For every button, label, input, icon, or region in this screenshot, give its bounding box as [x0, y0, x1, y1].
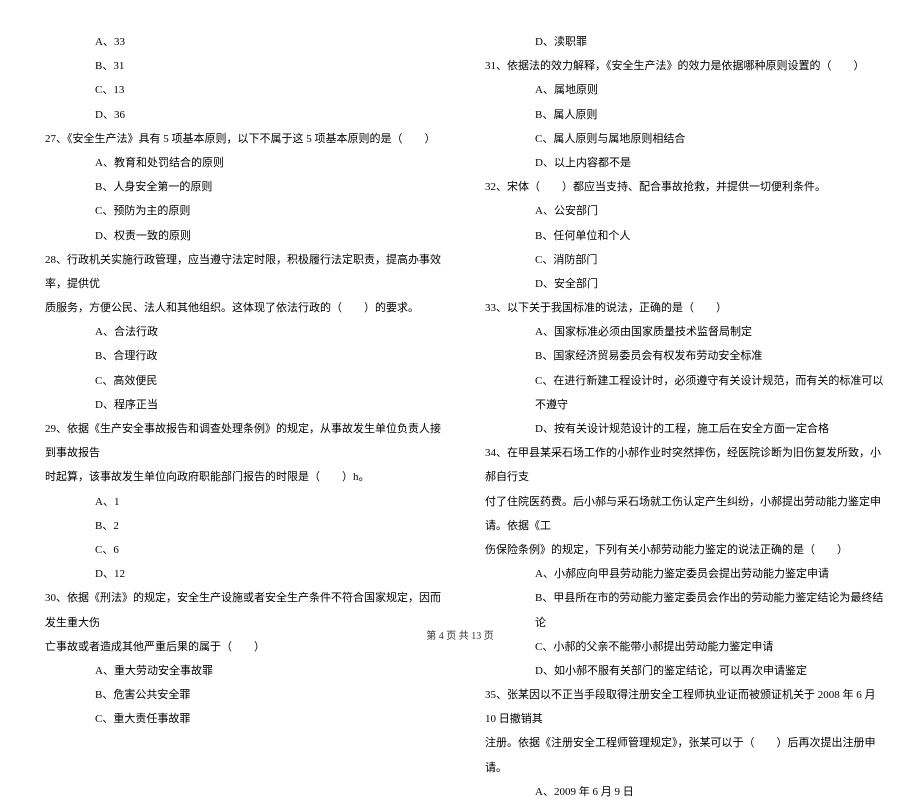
q29-option-d: D、12	[95, 562, 445, 586]
q35-line1: 35、张某因以不正当手段取得注册安全工程师执业证而被颁证机关于 2008 年 6…	[485, 683, 885, 731]
q32-option-d: D、安全部门	[535, 272, 885, 296]
right-column: D、渎职罪 31、依据法的效力解释，《安全生产法》的效力是依据哪种原则设置的（ …	[460, 30, 900, 610]
page-footer: 第 4 页 共 13 页	[0, 627, 920, 642]
q30-option-d: D、渎职罪	[535, 30, 885, 54]
q31-option-a: A、属地原则	[535, 78, 885, 102]
q31-option-b: B、属人原则	[535, 103, 885, 127]
q28-line2: 质服务，方便公民、法人和其他组织。这体现了依法行政的（ ）的要求。	[45, 296, 445, 320]
q26-option-d: D、36	[95, 103, 445, 127]
q33-text: 33、以下关于我国标准的说法，正确的是（ ）	[485, 296, 885, 320]
q32-option-c: C、消防部门	[535, 248, 885, 272]
q27-option-a: A、教育和处罚结合的原则	[95, 151, 445, 175]
q31-option-c: C、属人原则与属地原则相结合	[535, 127, 885, 151]
q29-line2: 时起算，该事故发生单位向政府职能部门报告的时限是（ ）h。	[45, 465, 445, 489]
q27-option-d: D、权责一致的原则	[95, 224, 445, 248]
q27-text: 27、《安全生产法》具有 5 项基本原则，以下不属于这 5 项基本原则的是（ ）	[45, 127, 445, 151]
q26-option-a: A、33	[95, 30, 445, 54]
q34-line3: 伤保险条例》的规定，下列有关小郝劳动能力鉴定的说法正确的是（ ）	[485, 538, 885, 562]
q32-option-a: A、公安部门	[535, 199, 885, 223]
q30-option-c: C、重大责任事故罪	[95, 707, 445, 731]
q35-line2: 注册。依据《注册安全工程师管理规定》，张某可以于（ ）后再次提出注册申请。	[485, 731, 885, 779]
page-container: A、33 B、31 C、13 D、36 27、《安全生产法》具有 5 项基本原则…	[0, 0, 920, 620]
q32-text: 32、宋体（ ）都应当支持、配合事故抢救，并提供一切便利条件。	[485, 175, 885, 199]
q33-option-d: D、按有关设计规范设计的工程，施工后在安全方面一定合格	[535, 417, 885, 441]
q27-option-b: B、人身安全第一的原则	[95, 175, 445, 199]
q35-option-a: A、2009 年 6 月 9 日	[535, 780, 885, 804]
q30-option-a: A、重大劳动安全事故罪	[95, 659, 445, 683]
q29-option-b: B、2	[95, 514, 445, 538]
q33-option-c: C、在进行新建工程设计时，必须遵守有关设计规范，而有关的标准可以不遵守	[535, 369, 885, 417]
q26-option-c: C、13	[95, 78, 445, 102]
q26-option-b: B、31	[95, 54, 445, 78]
q28-option-a: A、合法行政	[95, 320, 445, 344]
q28-option-d: D、程序正当	[95, 393, 445, 417]
q31-option-d: D、以上内容都不是	[535, 151, 885, 175]
q28-option-b: B、合理行政	[95, 344, 445, 368]
left-column: A、33 B、31 C、13 D、36 27、《安全生产法》具有 5 项基本原则…	[20, 30, 460, 610]
q29-option-c: C、6	[95, 538, 445, 562]
q30-option-b: B、危害公共安全罪	[95, 683, 445, 707]
q29-option-a: A、1	[95, 490, 445, 514]
q29-line1: 29、依据《生产安全事故报告和调查处理条例》的规定，从事故发生单位负责人接到事故…	[45, 417, 445, 465]
q33-option-b: B、国家经济贸易委员会有权发布劳动安全标准	[535, 344, 885, 368]
q33-option-a: A、国家标准必须由国家质量技术监督局制定	[535, 320, 885, 344]
q34-line1: 34、在甲县某采石场工作的小郝作业时突然摔伤，经医院诊断为旧伤复发所致，小郝自行…	[485, 441, 885, 489]
q27-option-c: C、预防为主的原则	[95, 199, 445, 223]
q34-option-d: D、如小郝不服有关部门的鉴定结论，可以再次申请鉴定	[535, 659, 885, 683]
q34-line2: 付了住院医药费。后小郝与采石场就工伤认定产生纠纷，小郝提出劳动能力鉴定申请。依据…	[485, 490, 885, 538]
q34-option-a: A、小郝应向甲县劳动能力鉴定委员会提出劳动能力鉴定申请	[535, 562, 885, 586]
q31-text: 31、依据法的效力解释，《安全生产法》的效力是依据哪种原则设置的（ ）	[485, 54, 885, 78]
q32-option-b: B、任何单位和个人	[535, 224, 885, 248]
q28-line1: 28、行政机关实施行政管理，应当遵守法定时限，积极履行法定职责，提高办事效率，提…	[45, 248, 445, 296]
q28-option-c: C、高效便民	[95, 369, 445, 393]
